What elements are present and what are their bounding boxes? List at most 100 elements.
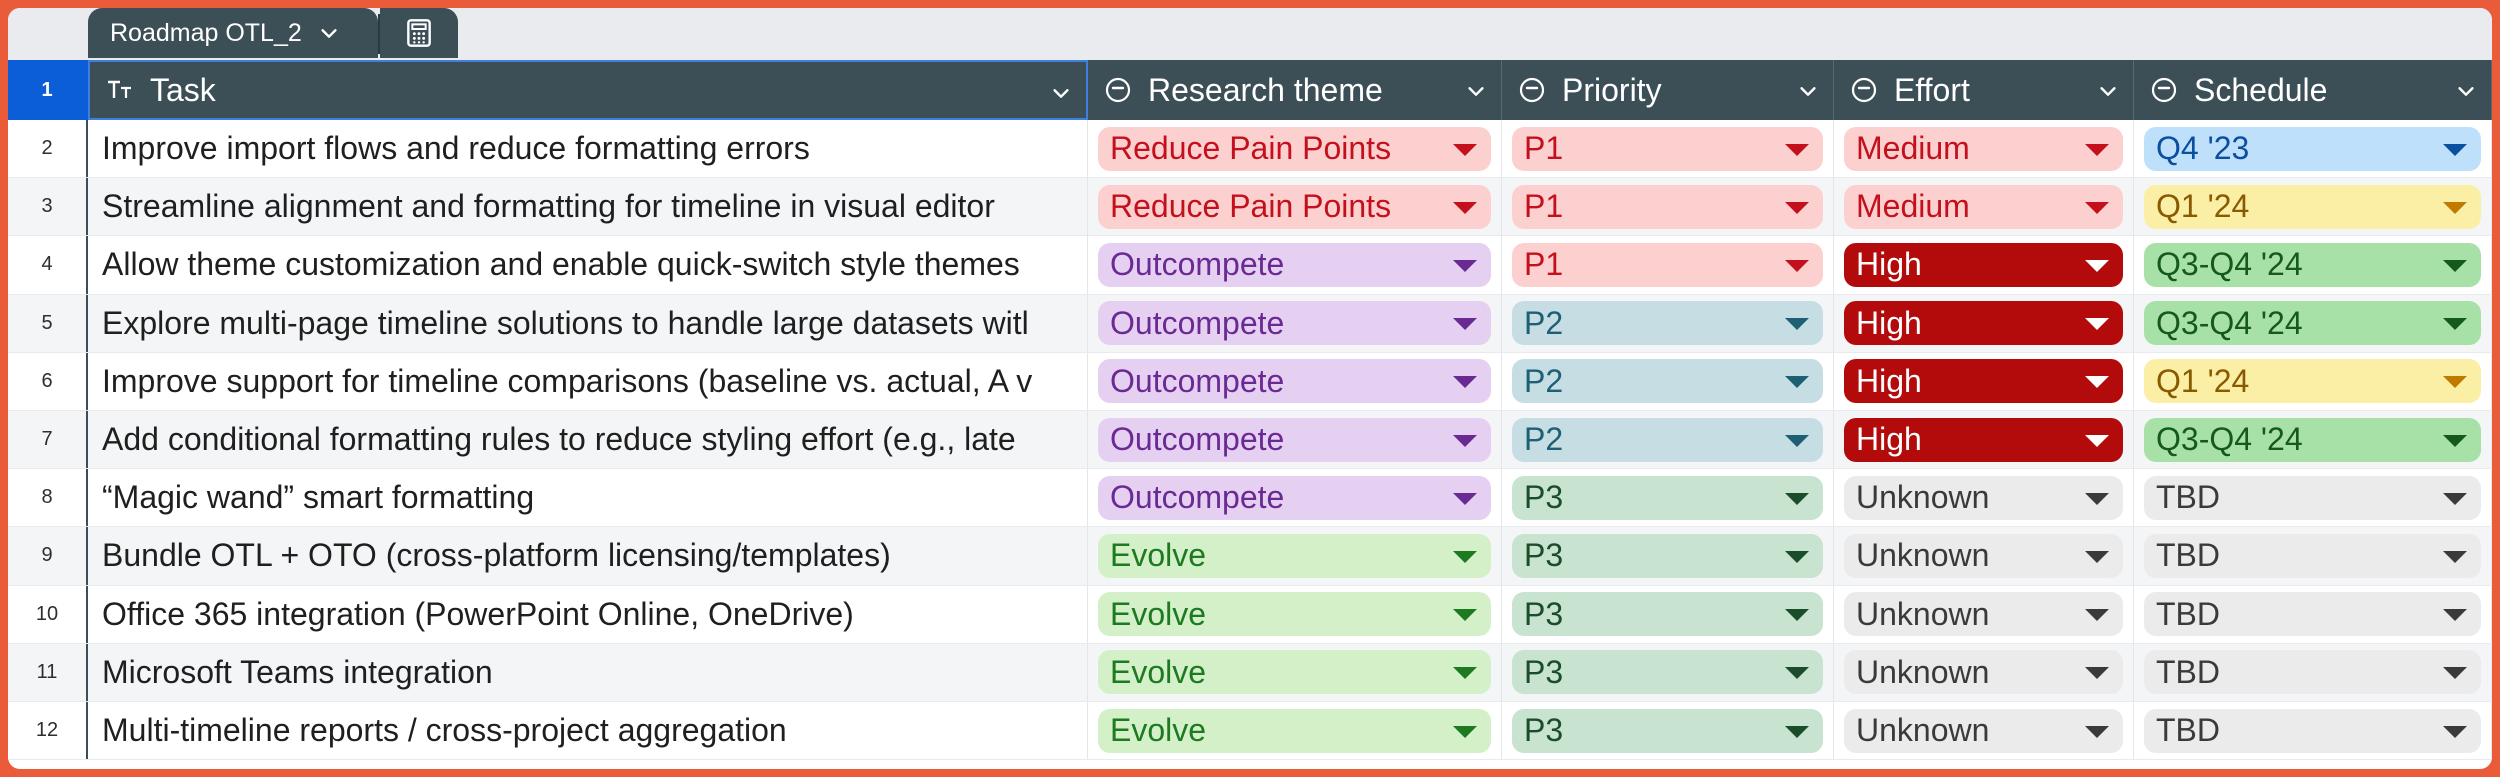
theme-dropdown[interactable]: Outcompete [1098,242,1491,287]
caret-down-icon[interactable] [2085,609,2109,622]
schedule-dropdown[interactable]: Q1 '24 [2144,359,2481,404]
priority-dropdown[interactable]: P3 [1512,708,1823,753]
caret-down-icon[interactable] [2443,201,2467,214]
theme-dropdown[interactable]: Evolve [1098,533,1491,578]
caret-down-icon[interactable] [2085,492,2109,505]
effort-dropdown[interactable]: Unknown [1844,708,2123,753]
row-number[interactable]: 6 [8,352,88,410]
schedule-dropdown[interactable]: Q4 '23 [2144,126,2481,171]
caret-down-icon[interactable] [1453,434,1477,447]
schedule-dropdown[interactable]: TBD [2144,708,2481,753]
effort-dropdown[interactable]: Medium [1844,184,2123,229]
caret-down-icon[interactable] [1453,550,1477,563]
theme-dropdown[interactable]: Reduce Pain Points [1098,184,1491,229]
caret-down-icon[interactable] [2443,492,2467,505]
task-cell[interactable]: “Magic wand” smart formatting [88,469,1088,527]
caret-down-icon[interactable] [1453,143,1477,156]
caret-down-icon[interactable] [2443,725,2467,738]
theme-dropdown[interactable]: Outcompete [1098,417,1491,462]
theme-dropdown[interactable]: Outcompete [1098,301,1491,346]
caret-down-icon[interactable] [2085,667,2109,680]
caret-down-icon[interactable] [1785,492,1809,505]
priority-dropdown[interactable]: P1 [1512,242,1823,287]
column-header-effort[interactable]: Effort [1834,60,2134,120]
column-header-schedule[interactable]: Schedule [2134,60,2492,120]
task-cell[interactable]: Microsoft Teams integration [88,643,1088,701]
row-number[interactable]: 9 [8,527,88,585]
caret-down-icon[interactable] [1453,376,1477,389]
row-number[interactable]: 2 [8,120,88,178]
task-cell[interactable]: Office 365 integration (PowerPoint Onlin… [88,585,1088,643]
schedule-dropdown[interactable]: Q3-Q4 '24 [2144,301,2481,346]
schedule-dropdown[interactable]: TBD [2144,650,2481,695]
column-header-task[interactable]: Task [88,60,1088,120]
row-number[interactable]: 7 [8,411,88,469]
caret-down-icon[interactable] [2443,434,2467,447]
row-number[interactable]: 8 [8,469,88,527]
row-number[interactable]: 11 [8,643,88,701]
effort-dropdown[interactable]: High [1844,417,2123,462]
task-cell[interactable]: Multi-timeline reports / cross-project a… [88,702,1088,760]
theme-dropdown[interactable]: Outcompete [1098,475,1491,520]
task-cell[interactable]: Allow theme customization and enable qui… [88,236,1088,294]
caret-down-icon[interactable] [2443,376,2467,389]
effort-dropdown[interactable]: Medium [1844,126,2123,171]
caret-down-icon[interactable] [1453,259,1477,272]
effort-dropdown[interactable]: Unknown [1844,650,2123,695]
priority-dropdown[interactable]: P3 [1512,592,1823,637]
task-cell[interactable]: Explore multi-page timeline solutions to… [88,294,1088,352]
caret-down-icon[interactable] [2085,318,2109,331]
schedule-dropdown[interactable]: Q3-Q4 '24 [2144,417,2481,462]
caret-down-icon[interactable] [2085,725,2109,738]
caret-down-icon[interactable] [2443,609,2467,622]
theme-dropdown[interactable]: Outcompete [1098,359,1491,404]
effort-dropdown[interactable]: High [1844,301,2123,346]
priority-dropdown[interactable]: P2 [1512,301,1823,346]
effort-dropdown[interactable]: High [1844,359,2123,404]
priority-dropdown[interactable]: P2 [1512,417,1823,462]
caret-down-icon[interactable] [1785,725,1809,738]
caret-down-icon[interactable] [2443,259,2467,272]
caret-down-icon[interactable] [2443,318,2467,331]
caret-down-icon[interactable] [1453,492,1477,505]
row-number[interactable]: 10 [8,585,88,643]
calculator-button[interactable] [380,8,458,58]
caret-down-icon[interactable] [2443,667,2467,680]
theme-dropdown[interactable]: Evolve [1098,650,1491,695]
row-number[interactable]: 4 [8,236,88,294]
theme-dropdown[interactable]: Reduce Pain Points [1098,126,1491,171]
caret-down-icon[interactable] [2085,201,2109,214]
caret-down-icon[interactable] [2443,143,2467,156]
chevron-down-icon[interactable] [318,22,340,44]
effort-dropdown[interactable]: Unknown [1844,533,2123,578]
caret-down-icon[interactable] [2085,259,2109,272]
caret-down-icon[interactable] [1453,725,1477,738]
priority-dropdown[interactable]: P3 [1512,650,1823,695]
caret-down-icon[interactable] [2085,376,2109,389]
chevron-down-icon[interactable] [1050,82,1072,104]
chevron-down-icon[interactable] [1797,80,1819,102]
chevron-down-icon[interactable] [2097,80,2119,102]
task-cell[interactable]: Improve support for timeline comparisons… [88,352,1088,410]
effort-dropdown[interactable]: High [1844,242,2123,287]
chevron-down-icon[interactable] [1465,80,1487,102]
caret-down-icon[interactable] [1785,318,1809,331]
theme-dropdown[interactable]: Evolve [1098,708,1491,753]
column-header-priority[interactable]: Priority [1502,60,1834,120]
caret-down-icon[interactable] [1453,318,1477,331]
caret-down-icon[interactable] [1785,143,1809,156]
caret-down-icon[interactable] [1453,667,1477,680]
schedule-dropdown[interactable]: TBD [2144,475,2481,520]
task-cell[interactable]: Improve import flows and reduce formatti… [88,120,1088,178]
caret-down-icon[interactable] [1785,259,1809,272]
caret-down-icon[interactable] [2443,550,2467,563]
row-number[interactable]: 12 [8,702,88,760]
caret-down-icon[interactable] [1453,609,1477,622]
caret-down-icon[interactable] [1785,609,1809,622]
column-header-research-theme[interactable]: Research theme [1088,60,1502,120]
caret-down-icon[interactable] [2085,434,2109,447]
caret-down-icon[interactable] [1785,376,1809,389]
priority-dropdown[interactable]: P1 [1512,126,1823,171]
caret-down-icon[interactable] [2085,143,2109,156]
row-number[interactable]: 1 [8,60,88,120]
